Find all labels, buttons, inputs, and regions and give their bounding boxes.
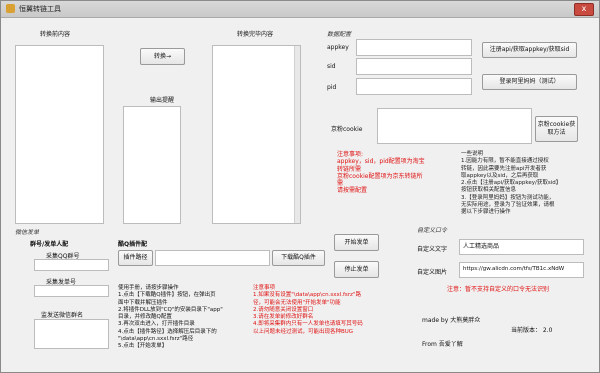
app-icon: [6, 4, 15, 13]
custom-text-label: 自定义文字: [417, 246, 448, 253]
plugin-path-input[interactable]: [155, 250, 270, 266]
sid-input[interactable]: [356, 58, 472, 75]
custom-image-input[interactable]: https://gw.alicdn.com/tfs/TB1c.xNdW: [459, 262, 584, 278]
coolq-plugin-header: 酷Q插件配: [118, 241, 148, 248]
start-sending-button[interactable]: 开始发单: [334, 234, 379, 251]
pid-label: pid: [327, 84, 337, 91]
main-window: 恒翼转链工具 x 转换前内容 转换→ 输出提醒 转换完毕内容 数据配置 appk…: [0, 0, 600, 373]
from-text: From 吾爱丫解: [422, 341, 463, 348]
login-alimama-button[interactable]: 登录阿里妈妈（测试）: [482, 74, 577, 90]
jd-cookie-help-button[interactable]: 京粉cookie获取方法: [535, 116, 578, 142]
appkey-input[interactable]: [356, 39, 472, 56]
custom-cmd-header: 自定义口令: [417, 227, 448, 234]
data-config-notes: 注意事项: appkey，sid，pid配置项为淘宝 转链所需 京粉cookie…: [337, 151, 425, 195]
custom-image-label: 自定义图片: [417, 269, 448, 276]
close-button[interactable]: x: [574, 3, 594, 16]
group-sender-header: 群号/发单人配: [30, 241, 69, 248]
jd-cookie-input[interactable]: [377, 108, 532, 144]
wechat-header: 微信发单: [15, 229, 40, 236]
user-manual-text: 使用手册，请按步骤操作 1.点击【下载酷Q插件】按钮，在弹出页 面中下载并解压插…: [118, 285, 223, 350]
output-reminder-box: [123, 106, 181, 224]
jd-cookie-label: 京粉cookie: [331, 126, 363, 133]
before-content-label: 转换前内容: [40, 31, 71, 38]
data-config-instructions: 一些说明 1.因能力有限，暂不能直接通过授权 转链，因此需要先注册api开发者获…: [461, 151, 562, 216]
stop-sending-button[interactable]: 停止发单: [334, 261, 379, 278]
download-coolq-plugin-button[interactable]: 下载酷Q插件: [272, 250, 325, 266]
wechat-notes: 注意事项 1.如果没有设置"\data\app\cn.sxxl.fsrz"路 径…: [253, 285, 363, 335]
custom-cmd-note: 注意：暂不支持自定义的口令无法识别: [447, 286, 550, 293]
title-bar[interactable]: 恒翼转链工具 x: [1, 1, 599, 18]
plugin-path-button[interactable]: 插件路径: [118, 250, 153, 266]
wechat-group-input[interactable]: [34, 319, 109, 349]
convert-button[interactable]: 转换→: [140, 48, 185, 65]
after-content-scrollbar[interactable]: [294, 46, 300, 223]
after-content-textarea[interactable]: [212, 45, 301, 224]
appkey-label: appkey: [327, 44, 349, 51]
custom-text-input[interactable]: 人工精选商品: [459, 239, 584, 255]
register-api-button[interactable]: 注册api/获取appkey/获取sid: [482, 42, 577, 58]
wechat-group-label: 监发送微信群名: [41, 312, 84, 319]
after-content-label: 转换完毕内容: [237, 31, 274, 38]
qq-group-input[interactable]: [34, 259, 109, 271]
output-reminder-label: 输出提醒: [150, 97, 175, 104]
before-content-textarea[interactable]: [15, 45, 104, 224]
pid-input[interactable]: [356, 78, 472, 95]
sender-number-input[interactable]: [34, 285, 109, 297]
window-title: 恒翼转链工具: [19, 5, 61, 13]
data-config-header: 数据配置: [327, 31, 352, 38]
version-text: 当前版本： 2.0: [511, 327, 553, 334]
made-by-text: made by 大熊莫胖众: [422, 317, 481, 324]
sid-label: sid: [327, 63, 336, 70]
